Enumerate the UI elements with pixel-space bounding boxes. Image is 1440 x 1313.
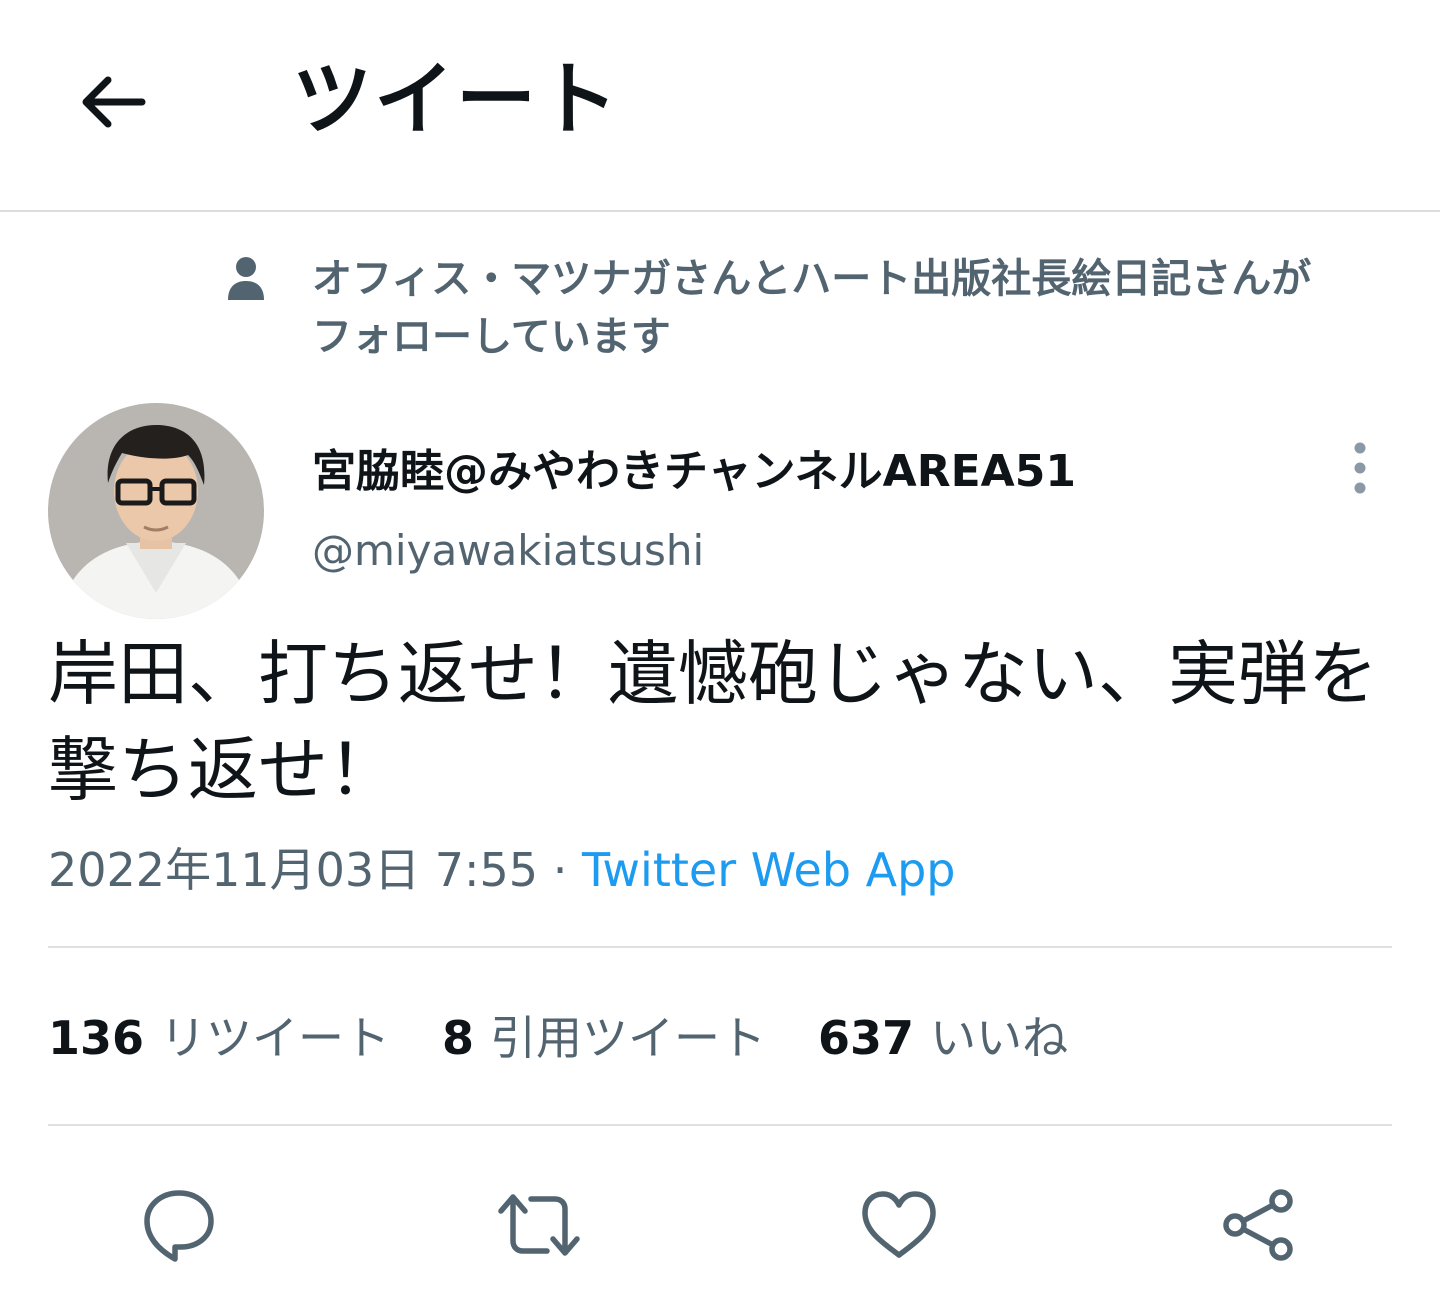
avatar-image <box>48 403 264 619</box>
page-title: ツイート <box>292 53 620 146</box>
like-button[interactable] <box>854 1180 944 1270</box>
avatar[interactable] <box>48 403 264 619</box>
author-display-name[interactable]: 宮脇睦@みやわきチャンネルAREA51 <box>312 440 1076 504</box>
divider <box>48 946 1392 948</box>
more-vertical-icon <box>1354 442 1366 494</box>
quotes-label: 引用ツイート <box>490 1011 767 1065</box>
retweets-stat[interactable]: 136 リツイート <box>48 1004 390 1072</box>
retweets-label: リツイート <box>160 1011 391 1065</box>
meta-separator: · <box>552 843 568 897</box>
tweet-source-link[interactable]: Twitter Web App <box>582 843 956 897</box>
reply-icon <box>144 1190 214 1262</box>
quotes-stat[interactable]: 8 引用ツイート <box>442 1004 766 1072</box>
tweet-stats: 136 リツイート 8 引用ツイート 637 いいね <box>48 1004 1068 1072</box>
reply-button[interactable] <box>134 1180 224 1270</box>
retweet-button[interactable] <box>494 1180 584 1270</box>
divider <box>48 1124 1392 1126</box>
top-bar: ツイート <box>0 0 1440 212</box>
back-button[interactable] <box>62 52 162 152</box>
more-options-button[interactable] <box>1330 436 1390 500</box>
social-context-text[interactable]: オフィス・マツナガさんとハート出版社長絵日記さんが フォローしています <box>312 250 1422 366</box>
share-icon <box>1223 1189 1293 1261</box>
retweet-icon <box>498 1194 580 1256</box>
quotes-count: 8 <box>442 1011 475 1065</box>
person-icon <box>228 257 264 300</box>
tweet-timestamp[interactable]: 2022年11月03日 7:55 <box>48 843 538 897</box>
action-bar <box>0 1170 1440 1280</box>
author-handle[interactable]: @miyawakiatsushi <box>312 520 704 582</box>
arrow-left-icon <box>82 76 146 128</box>
share-button[interactable] <box>1214 1180 1304 1270</box>
likes-count: 637 <box>818 1011 915 1065</box>
heart-icon <box>862 1191 936 1258</box>
likes-stat[interactable]: 637 いいね <box>818 1004 1068 1072</box>
retweets-count: 136 <box>48 1011 145 1065</box>
tweet-text: 岸田、打ち返せ！遺憾砲じゃない、実弾を撃ち返せ！ <box>48 633 1378 811</box>
tweet-meta: 2022年11月03日 7:55 · Twitter Web App <box>48 838 956 902</box>
likes-label: いいね <box>930 1011 1069 1065</box>
